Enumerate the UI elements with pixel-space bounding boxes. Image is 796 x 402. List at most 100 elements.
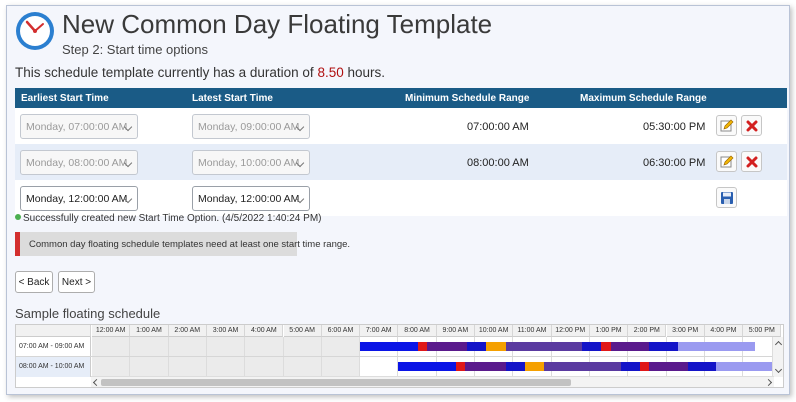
corner-header (16, 325, 91, 337)
max-range-value: 06:30:00 PM (643, 157, 706, 169)
duration-suffix: hours. (347, 65, 386, 80)
table-row: Monday, 07:00:00 AM Monday, 09:00:00 AM … (15, 108, 787, 144)
delete-button[interactable] (741, 151, 762, 172)
schedule-segment (543, 362, 621, 371)
latest-start-select[interactable]: Monday, 10:00:00 AM (192, 150, 310, 175)
schedule-segment (677, 342, 755, 351)
hour-header: 11:00 AM (513, 325, 552, 337)
hour-header: 12:00 PM (551, 325, 590, 337)
scroll-thumb[interactable] (101, 379, 571, 386)
col-max-range: Maximum Schedule Range (580, 93, 707, 104)
page-title: New Common Day Floating Template (62, 9, 493, 39)
schedule-segment (601, 342, 611, 351)
save-icon (721, 192, 733, 204)
hour-header: 12:00 AM (92, 325, 131, 337)
hour-header: 4:00 AM (245, 325, 284, 337)
schedule-row-label: 08:00 AM - 10:00 AM (16, 357, 91, 377)
delete-icon (746, 156, 758, 168)
min-range-value: 07:00:00 AM (467, 121, 529, 133)
schedule-segment (649, 362, 688, 371)
schedule-segment (505, 342, 583, 351)
col-latest-start: Latest Start Time (192, 93, 273, 104)
hour-gridline (320, 337, 322, 377)
hour-gridline (244, 337, 246, 377)
schedule-segment (582, 342, 602, 351)
schedule-segment (524, 362, 544, 371)
schedule-segment (455, 362, 466, 371)
step-subtitle: Step 2: Start time options (62, 42, 208, 57)
hour-header: 3:00 AM (206, 325, 246, 337)
error-alert: Common day floating schedule templates n… (15, 232, 350, 256)
table-header: Earliest Start Time Latest Start Time Mi… (15, 88, 787, 108)
schedule-segment (398, 362, 456, 371)
hour-gridline (282, 337, 284, 377)
hour-header: 2:00 AM (168, 325, 207, 337)
hour-header: 3:00 PM (666, 325, 705, 337)
delete-button[interactable] (741, 115, 762, 136)
hour-header: 10:00 AM (475, 325, 514, 337)
save-button[interactable] (716, 187, 737, 208)
hour-header: 5:00 PM (743, 325, 782, 337)
hour-header: 2:00 PM (628, 325, 667, 337)
new-earliest-start-select[interactable]: Monday, 12:00:00 AM (20, 186, 138, 211)
sample-schedule-grid: 12:00 AM 1:00 AM 2:00 AM 3:00 AM 4:00 AM 5:00… (15, 324, 784, 388)
hour-header: 1:00 AM (130, 325, 169, 337)
clock-icon (16, 12, 54, 50)
back-button[interactable]: < Back (15, 271, 53, 293)
schedule-segment (649, 342, 678, 351)
hour-gridline (167, 337, 169, 377)
max-range-value: 05:30:00 PM (643, 121, 706, 133)
earliest-start-select[interactable]: Monday, 07:00:00 AM (20, 114, 138, 139)
edit-icon (720, 155, 734, 168)
schedule-segment (427, 342, 468, 351)
schedule-segment (360, 342, 418, 351)
schedule-segment (639, 362, 650, 371)
table-row: Monday, 08:00:00 AM Monday, 10:00:00 AM … (15, 144, 787, 180)
sample-schedule-title: Sample floating schedule (15, 306, 161, 321)
schedule-segment (465, 362, 506, 371)
hour-header: 7:00 AM (360, 325, 399, 337)
hour-header: 6:00 AM (321, 325, 361, 337)
latest-start-select[interactable]: Monday, 09:00:00 AM (192, 114, 310, 139)
schedule-segment (620, 362, 640, 371)
edit-icon (720, 119, 734, 132)
scroll-right-icon[interactable] (764, 378, 773, 387)
hour-header: 1:00 PM (589, 325, 629, 337)
hour-header: 4:00 PM (704, 325, 744, 337)
hour-gridline (129, 337, 131, 377)
schedule-segment (467, 342, 487, 351)
schedule-segment (417, 342, 428, 351)
earliest-start-select[interactable]: Monday, 08:00:00 AM (20, 150, 138, 175)
schedule-segment (610, 342, 650, 351)
hour-header: 9:00 AM (436, 325, 475, 337)
min-range-value: 08:00:00 AM (467, 157, 529, 169)
new-start-time-row: Monday, 12:00:00 AM Monday, 12:00:00 AM (15, 180, 787, 216)
duration-prefix: This schedule template currently has a d… (15, 65, 314, 80)
start-time-table: Earliest Start Time Latest Start Time Mi… (15, 88, 787, 216)
hour-gridline (205, 337, 207, 377)
scroll-left-icon[interactable] (92, 378, 101, 387)
horizontal-scrollbar[interactable] (91, 376, 774, 387)
success-message: Successfully created new Start Time Opti… (15, 213, 321, 224)
delete-icon (746, 120, 758, 132)
schedule-segment (505, 362, 525, 371)
schedule-row-label: 07:00 AM - 09:00 AM (16, 337, 91, 357)
col-earliest-start: Earliest Start Time (21, 93, 109, 104)
template-wizard-window: New Common Day Floating Template Step 2:… (6, 5, 790, 395)
duration-text: This schedule template currently has a d… (15, 65, 385, 80)
edit-button[interactable] (716, 151, 737, 172)
edit-button[interactable] (716, 115, 737, 136)
schedule-segment (486, 342, 506, 351)
new-latest-start-select[interactable]: Monday, 12:00:00 AM (192, 186, 310, 211)
scroll-up-icon[interactable] (774, 340, 783, 349)
vertical-scrollbar[interactable] (772, 337, 783, 377)
success-dot-icon (15, 214, 21, 220)
next-button[interactable]: Next > (58, 271, 95, 293)
row-divider (16, 356, 774, 357)
duration-hours: 8.50 (317, 65, 344, 80)
hour-header: 5:00 AM (283, 325, 322, 337)
schedule-segment (687, 362, 717, 371)
col-min-range: Minimum Schedule Range (405, 93, 530, 104)
hour-header: 8:00 AM (398, 325, 437, 337)
scroll-down-icon[interactable] (774, 365, 783, 374)
